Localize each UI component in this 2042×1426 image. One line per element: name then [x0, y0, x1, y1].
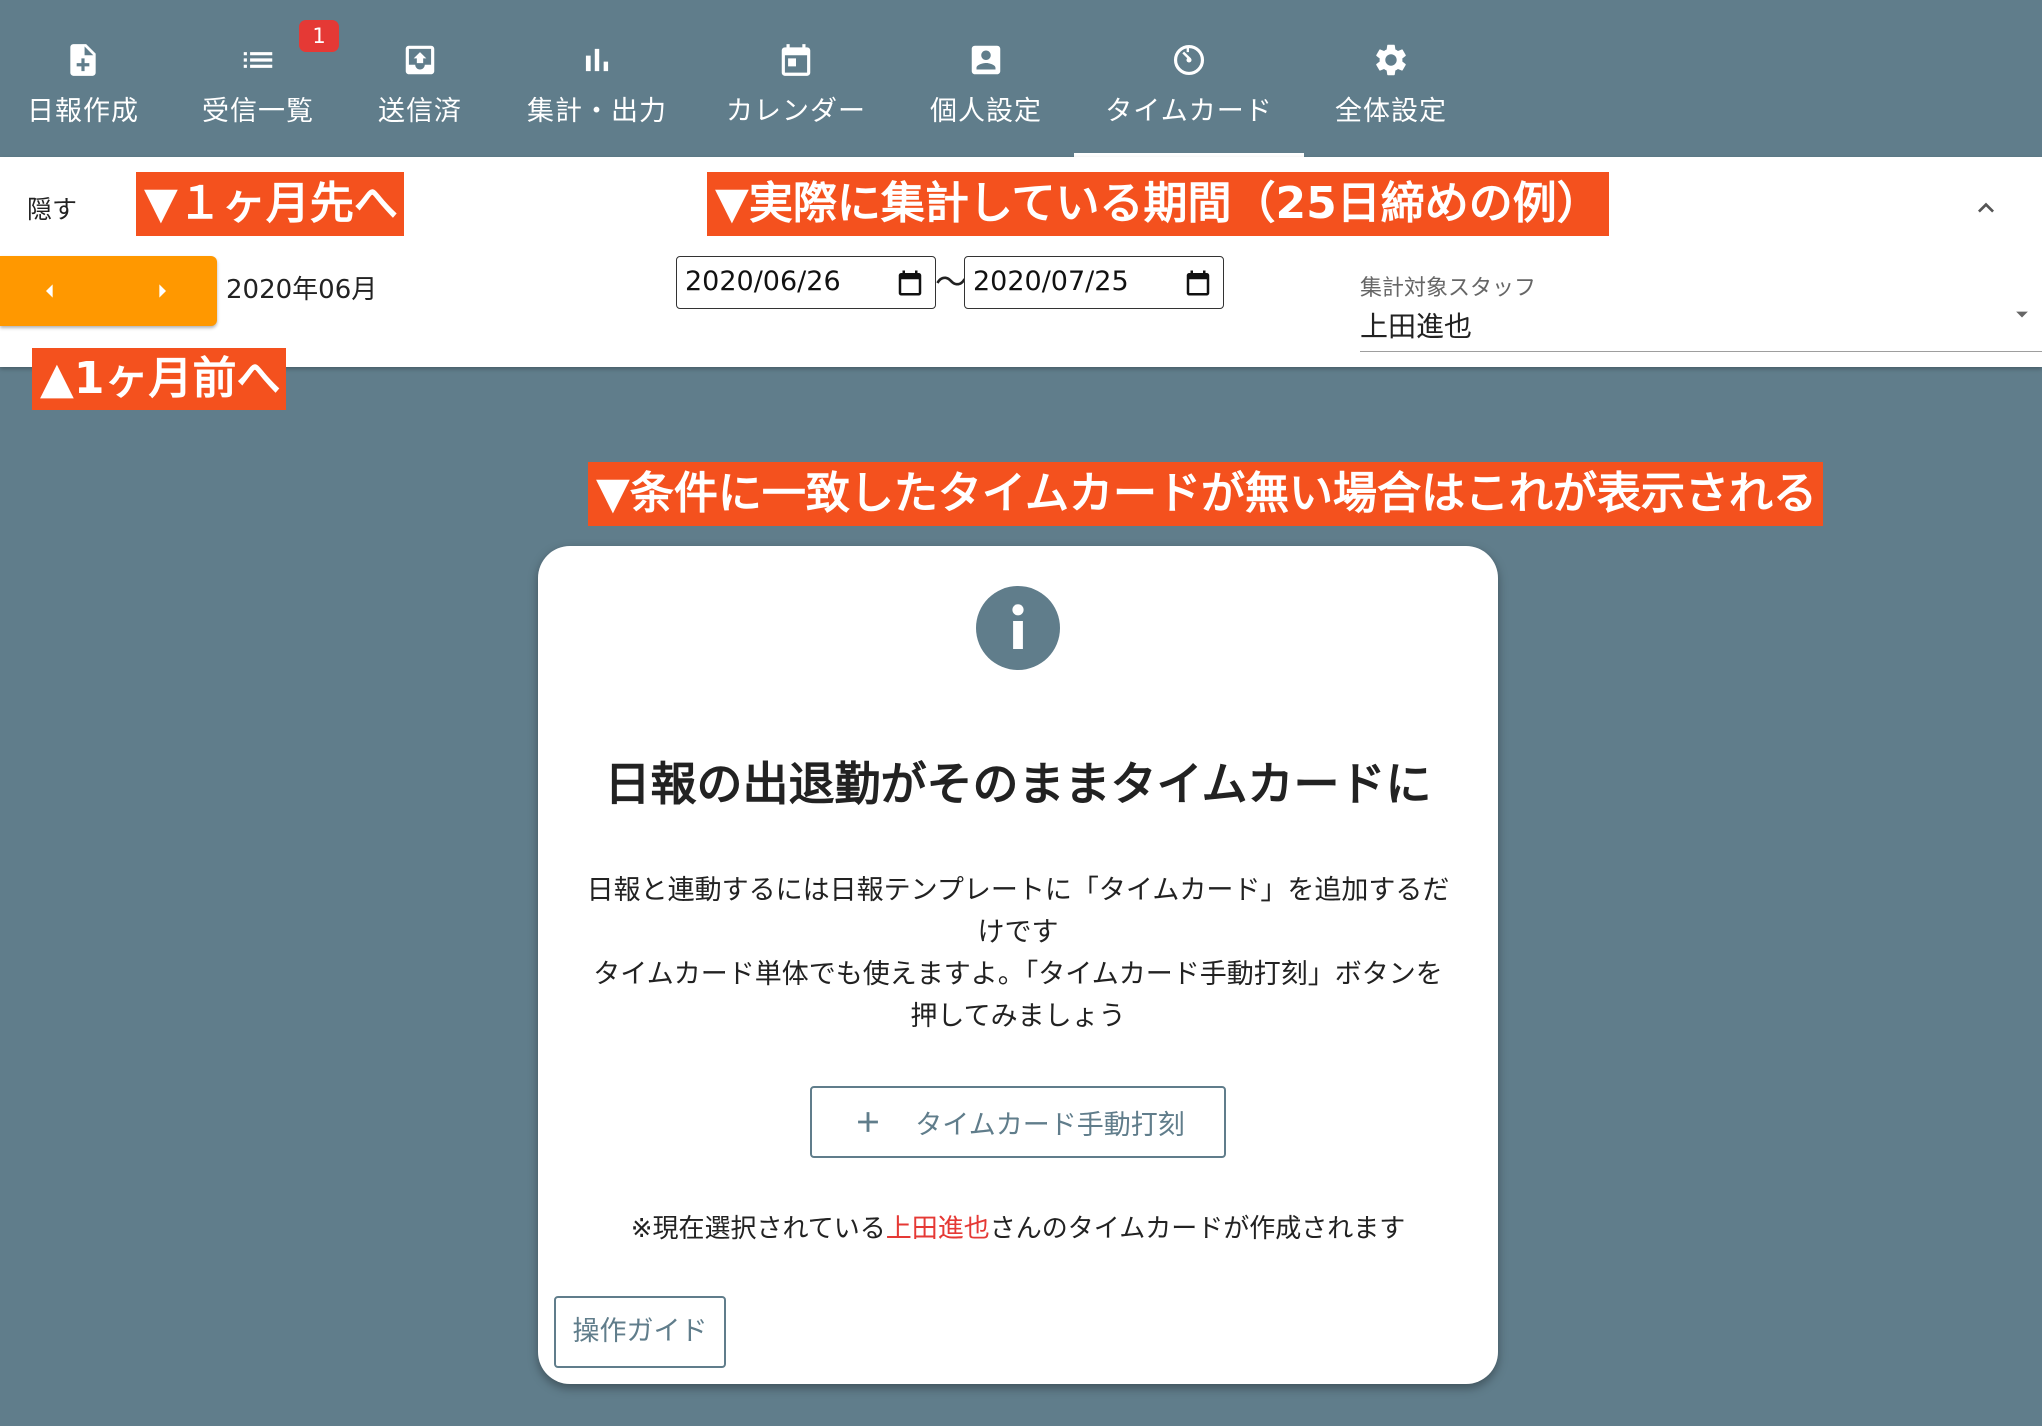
nav-item-calendar[interactable]: カレンダー	[726, 0, 866, 157]
date-from-value: 2020/06/26	[685, 266, 841, 297]
nav-label: タイムカード	[1105, 96, 1273, 127]
outbox-upload-icon	[405, 45, 435, 75]
empty-state-card: 日報の出退勤がそのままタイムカードに 日報と連動するには日報テンプレートに「タイ…	[538, 546, 1498, 1384]
account-box-icon	[971, 45, 1001, 75]
note-suffix: さんのタイムカードが作成されます	[989, 1214, 1406, 1244]
note-staff-name: 上田進也	[885, 1214, 990, 1244]
calendar-icon	[781, 44, 811, 76]
top-navigation: 日報作成 受信一覧 1 送信済 集計・出力 カレンダー 個人設定 タイムカード …	[0, 0, 2042, 157]
month-navigation-buttons	[0, 256, 217, 326]
calendar-picker-icon[interactable]	[1183, 268, 1213, 298]
file-plus-icon	[70, 44, 96, 76]
info-icon	[976, 586, 1060, 670]
annotation-next-month: ▼１ヶ月先へ	[136, 172, 404, 236]
manual-punch-label: タイムカード手動打刻	[915, 1109, 1185, 1141]
nav-item-sent[interactable]: 送信済	[372, 0, 468, 157]
nav-label: カレンダー	[726, 96, 866, 127]
nav-label: 送信済	[378, 96, 462, 127]
nav-item-report-create[interactable]: 日報作成	[22, 0, 144, 157]
list-icon	[243, 52, 273, 68]
hide-toggle-link[interactable]: 隠す	[27, 190, 77, 226]
staff-select-caption: 集計対象スタッフ	[1360, 276, 1537, 301]
annotation-prev-month: ▲1ヶ月前へ	[32, 348, 287, 410]
manual-punch-button[interactable]: タイムカード手動打刻	[810, 1086, 1226, 1158]
unread-count-badge: 1	[299, 20, 339, 52]
note-prefix: ※現在選択されている	[630, 1214, 886, 1244]
next-month-arrow-icon[interactable]	[146, 275, 178, 307]
description-line: 日報と連動するには日報テンプレートに「タイムカード」を追加するだ	[586, 875, 1450, 906]
chevron-up-icon[interactable]	[1970, 192, 2002, 224]
prev-month-arrow-icon[interactable]	[34, 275, 66, 307]
nav-item-personal-settings[interactable]: 個人設定	[925, 0, 1047, 157]
selected-staff-note: ※現在選択されている上田進也さんのタイムカードが作成されます	[538, 1208, 1498, 1245]
range-separator: 〜	[935, 263, 968, 301]
nav-label: 個人設定	[930, 96, 1042, 127]
nav-item-timecard[interactable]: タイムカード	[1074, 0, 1304, 157]
description-line: 押してみましょう	[910, 1001, 1126, 1032]
bar-chart-icon	[585, 48, 609, 72]
description-line: けです	[977, 917, 1059, 948]
description-line: タイムカード単体でも使えますよ。「タイムカード手動打刻」ボタンを	[593, 959, 1443, 990]
staff-select-value: 上田進也	[1360, 310, 1473, 343]
nav-label: 日報作成	[27, 96, 139, 127]
nav-label: 全体設定	[1335, 96, 1447, 127]
annotation-period: ▼実際に集計している期間（25日締めの例）	[707, 172, 1609, 236]
dropdown-arrow-icon[interactable]	[2008, 300, 2036, 328]
empty-state-title: 日報の出退勤がそのままタイムカードに	[604, 757, 1432, 811]
date-to-value: 2020/07/25	[973, 266, 1129, 297]
date-from-input[interactable]: 2020/06/26	[676, 256, 936, 309]
current-month-label: 2020年06月	[226, 275, 378, 305]
nav-item-summary-export[interactable]: 集計・出力	[524, 0, 670, 157]
operation-guide-button[interactable]: 操作ガイド	[554, 1296, 726, 1368]
nav-item-global-settings[interactable]: 全体設定	[1330, 0, 1452, 157]
plus-icon	[858, 1112, 879, 1132]
annotation-empty-state: ▼条件に一致したタイムカードが無い場合はこれが表示される	[588, 462, 1823, 526]
empty-state-description: 日報と連動するには日報テンプレートに「タイムカード」を追加するだ けです タイム…	[568, 870, 1468, 1038]
nav-label: 集計・出力	[527, 96, 667, 127]
date-to-input[interactable]: 2020/07/25	[964, 256, 1224, 309]
calendar-picker-icon[interactable]	[895, 268, 925, 298]
gear-icon	[1376, 44, 1406, 76]
staff-select[interactable]: 集計対象スタッフ 上田進也	[1360, 270, 2042, 352]
timer-icon	[1173, 44, 1205, 76]
nav-label: 受信一覧	[202, 96, 314, 127]
